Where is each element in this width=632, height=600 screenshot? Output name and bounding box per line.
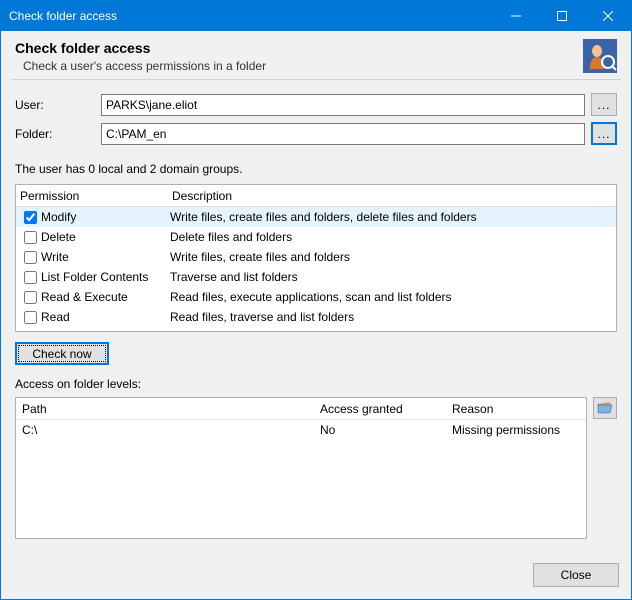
page-subtitle: Check a user's access permissions in a f… [15,59,583,73]
perm-checkbox[interactable] [24,231,37,244]
access-granted: No [320,423,452,437]
perm-name: Delete [41,230,76,244]
perm-checkbox[interactable] [24,251,37,264]
maximize-button[interactable] [539,1,585,31]
access-header-reason[interactable]: Reason [452,402,586,416]
access-path: C:\ [16,423,320,437]
user-browse-button[interactable]: ... [591,93,617,116]
perm-checkbox[interactable] [24,211,37,224]
window-title: Check folder access [1,9,493,23]
perm-description: Read files, traverse and list folders [168,310,616,324]
separator [11,79,621,80]
folder-row: Folder: ... [1,119,631,148]
open-folder-button[interactable] [593,397,617,419]
header: Check folder access Check a user's acces… [1,31,631,79]
perm-row[interactable]: Write Write files, create files and folde… [16,247,616,267]
permissions-table: Permission Description Modify Write files… [15,184,617,332]
page-title: Check folder access [15,40,583,56]
user-input[interactable] [101,94,585,116]
perm-description: Read files, execute applications, scan a… [168,290,616,304]
access-header-granted[interactable]: Access granted [320,402,452,416]
user-label: User: [15,98,101,112]
perm-row[interactable]: Delete Delete files and folders [16,227,616,247]
close-button[interactable]: Close [533,563,619,587]
group-status-text: The user has 0 local and 2 domain groups… [1,148,631,184]
check-now-button[interactable]: Check now [15,342,109,365]
perm-row[interactable]: Modify Write files, create files and fold… [16,207,616,227]
app-icon [583,39,617,73]
perm-row[interactable]: Read & Execute Read files, execute applic… [16,287,616,307]
close-window-button[interactable] [585,1,631,31]
perm-header-description[interactable]: Description [168,189,616,203]
minimize-button[interactable] [493,1,539,31]
perm-description: Delete files and folders [168,230,616,244]
perm-checkbox[interactable] [24,271,37,284]
perm-row[interactable]: Read Read files, traverse and list folder… [16,307,616,327]
perm-name: Modify [41,210,76,224]
access-header-path[interactable]: Path [16,402,320,416]
access-levels-label: Access on folder levels: [1,371,631,397]
perm-description: Write files, create files and folders [168,250,616,264]
perm-checkbox[interactable] [24,311,37,324]
perm-name: Write [41,250,69,264]
access-table: Path Access granted Reason C:\NoMissing … [15,397,587,539]
folder-icon [597,401,613,415]
folder-browse-button[interactable]: ... [591,122,617,145]
perm-name: Read & Execute [41,290,128,304]
perm-name: List Folder Contents [41,270,148,284]
perm-description: Traverse and list folders [168,270,616,284]
folder-input[interactable] [101,123,585,145]
folder-label: Folder: [15,127,101,141]
user-row: User: ... [1,90,631,119]
perm-header-permission[interactable]: Permission [16,189,168,203]
access-reason: Missing permissions [452,423,586,437]
titlebar: Check folder access [1,1,631,31]
access-row[interactable]: C:\NoMissing permissions [16,420,586,440]
perm-description: Write files, create files and folders, d… [168,210,616,224]
perm-row[interactable]: List Folder Contents Traverse and list fo… [16,267,616,287]
perm-name: Read [41,310,70,324]
perm-checkbox[interactable] [24,291,37,304]
